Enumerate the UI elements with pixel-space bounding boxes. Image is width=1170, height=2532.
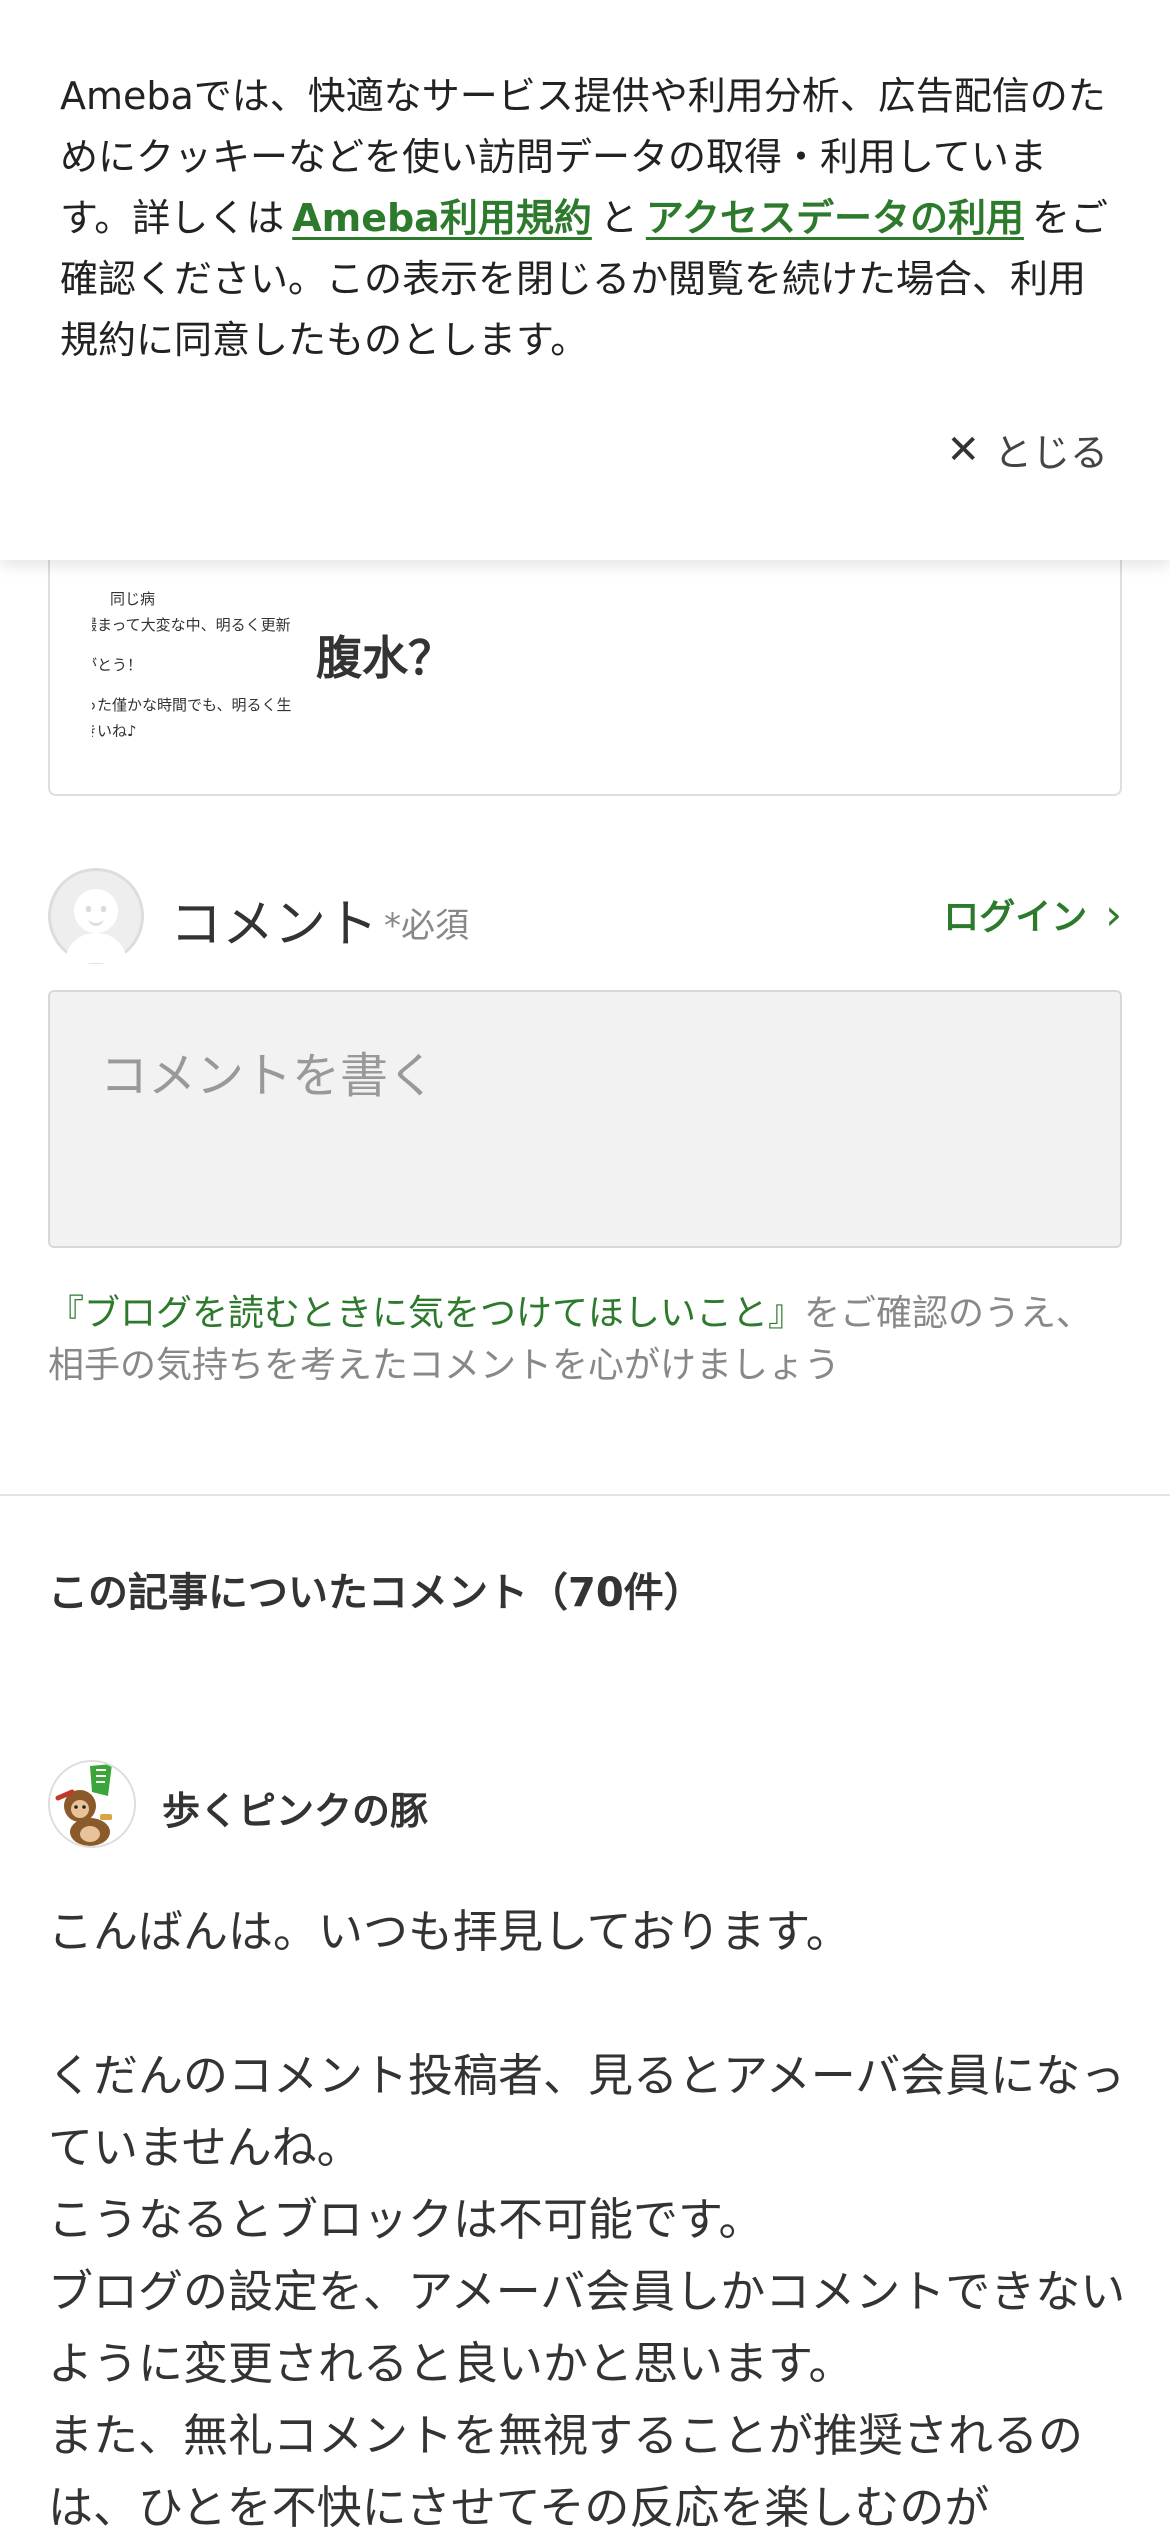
comment-guideline: 『ブログを読むときに気をつけてほしいこと』をご確認のうえ、相手の気持ちを考えたコ… (48, 1288, 1128, 1392)
avatar-body (65, 933, 127, 963)
thumbnail-line: 撮まって大変な中、明るく更新 (92, 616, 291, 634)
thumbnail-line: 同じ病 (110, 590, 156, 608)
comment-input[interactable] (48, 990, 1122, 1248)
article-title: 腹水？ (316, 631, 454, 685)
related-article-card[interactable]: 同じ病 撮まって大変な中、明るく更新 がとう！ った僅かな時間でも、明るく生 き… (48, 520, 1122, 796)
required-mark: *必須 (384, 906, 469, 946)
section-divider (0, 1494, 1170, 1496)
monkey-avatar-icon (50, 1762, 134, 1846)
thumbnail-line: った僅かな時間でも、明るく生 (92, 696, 292, 714)
comment-body: こんばんは。いつも拝見しております。 くだんのコメント投稿者、見るとアメーバ会員… (48, 1905, 1126, 2532)
chevron-right-icon: › (1105, 889, 1122, 939)
comment-label: コメント (170, 895, 379, 955)
cookie-banner: Amebaでは、快適なサービス提供や利用分析、広告配信のためにクッキーなどを使い… (0, 0, 1170, 560)
default-avatar-icon (48, 868, 144, 964)
close-icon: ✕ (946, 426, 980, 473)
commenter-name[interactable]: 歩くピンクの豚 (162, 1780, 428, 1835)
avatar[interactable] (48, 1760, 136, 1848)
commenter-header: 歩くピンクの豚 (48, 1758, 1122, 1848)
comment-form-header: コメント *必須 ログイン › (48, 868, 1122, 968)
comments-section-title: この記事についたコメント（70件） (48, 1570, 704, 1616)
access-data-link[interactable]: アクセスデータの利用 (646, 196, 1024, 240)
terms-link[interactable]: Ameba利用規約 (292, 196, 592, 240)
close-label: とじる (993, 431, 1108, 475)
cookie-notice-text: Amebaでは、快適なサービス提供や利用分析、広告配信のためにクッキーなどを使い… (60, 66, 1110, 371)
thumbnail-line: がとう！ (92, 656, 143, 674)
cookie-close-button[interactable]: ✕ とじる (946, 422, 1108, 477)
avatar-face (74, 889, 118, 933)
article-thumbnail: 同じ病 撮まって大変な中、明るく更新 がとう！ った僅かな時間でも、明るく生 き… (92, 588, 322, 768)
guideline-link[interactable]: 『ブログを読むときに気をつけてほしいこと』 (48, 1293, 804, 1334)
thumbnail-line: きいね♪ (92, 722, 137, 740)
login-link[interactable]: ログイン › (943, 888, 1122, 940)
login-label: ログイン (943, 897, 1088, 938)
cookie-text-and: と (599, 196, 638, 240)
